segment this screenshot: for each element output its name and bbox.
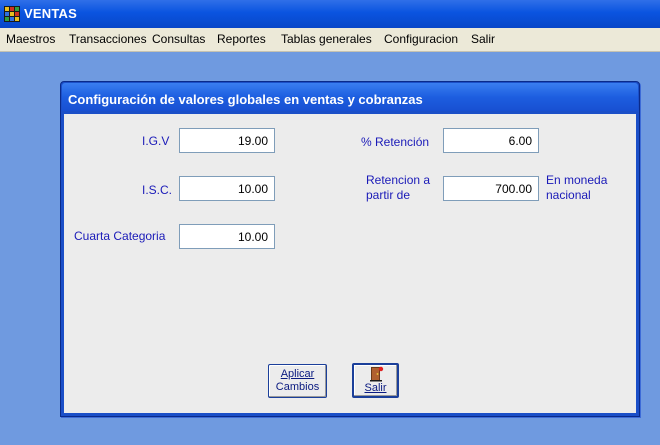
- menu-maestros[interactable]: Maestros: [6, 32, 55, 46]
- cuarta-categoria-label: Cuarta Categoria: [74, 229, 166, 243]
- retencion-partir-input[interactable]: [443, 176, 539, 201]
- igv-input[interactable]: [179, 128, 275, 153]
- aplicar-cambios-button[interactable]: Aplicar Cambios: [268, 364, 327, 398]
- menu-reportes[interactable]: Reportes: [217, 32, 266, 46]
- cuarta-categoria-input[interactable]: [179, 224, 275, 249]
- retencion-label: % Retención: [361, 135, 430, 149]
- retencion-partir-label-line2: partir de: [366, 188, 411, 202]
- isc-label: I.S.C.: [142, 183, 173, 197]
- retencion-partir-label-line1: Retencion a: [366, 173, 431, 187]
- dialog-title: Configuración de valores globales en ven…: [68, 92, 423, 107]
- isc-input[interactable]: [179, 176, 275, 201]
- exit-door-icon: [369, 366, 383, 382]
- retencion-input[interactable]: [443, 128, 539, 153]
- dialog-title-bar[interactable]: Configuración de valores globales en ven…: [62, 83, 638, 111]
- salir-button[interactable]: Salir: [352, 363, 399, 398]
- menu-tablas-generales[interactable]: Tablas generales: [281, 32, 372, 46]
- salir-label: Salir: [364, 382, 387, 394]
- title-bar: VENTAS: [0, 0, 660, 28]
- menu-configuracion[interactable]: Configuracion: [384, 32, 458, 46]
- menu-consultas[interactable]: Consultas: [152, 32, 205, 46]
- menu-bar: Maestros Transacciones Consultas Reporte…: [0, 28, 660, 52]
- menu-salir[interactable]: Salir: [471, 32, 495, 46]
- dialog-body: I.G.V I.S.C. Cuarta Categoria % Retenció…: [64, 114, 636, 413]
- menu-transacciones[interactable]: Transacciones: [69, 32, 147, 46]
- window-title: VENTAS: [24, 6, 77, 21]
- moneda-suffix-line2: nacional: [546, 188, 591, 202]
- app-grid-icon: [4, 6, 20, 22]
- config-dialog: Configuración de valores globales en ven…: [60, 81, 640, 417]
- moneda-suffix-line1: En moneda: [546, 173, 608, 187]
- cambios-label: Cambios: [275, 381, 320, 393]
- igv-label: I.G.V: [142, 134, 170, 148]
- aplicar-label: Aplicar: [280, 368, 315, 380]
